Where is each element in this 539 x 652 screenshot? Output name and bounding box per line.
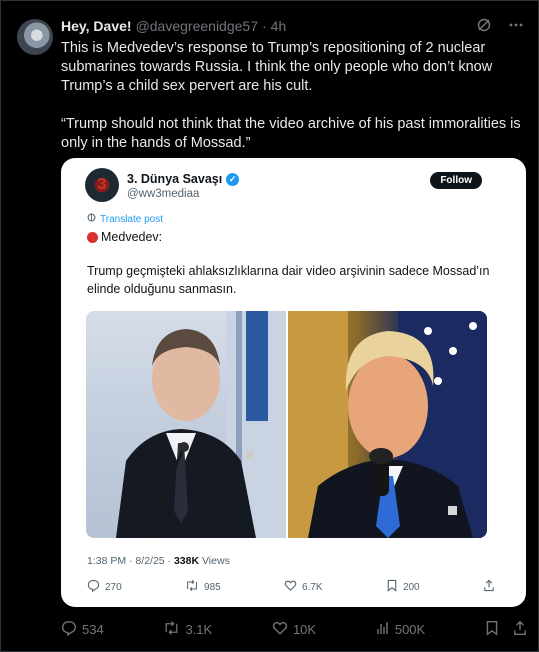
views-icon: [376, 620, 390, 639]
repost-count: 3.1K: [185, 622, 213, 637]
follow-button[interactable]: Follow: [430, 172, 482, 189]
quoted-action-bar: 270 985 6.7K 200: [87, 579, 495, 595]
separator: ·: [261, 18, 267, 34]
more-icon[interactable]: [508, 17, 524, 38]
post-text-paragraph: This is Medvedev’s response to Trump’s r…: [61, 40, 493, 94]
translate-link[interactable]: Translate post: [87, 213, 163, 225]
like-button[interactable]: 10K: [272, 620, 316, 639]
quoted-reply-count: 270: [105, 581, 122, 593]
views-button[interactable]: 500K: [376, 620, 425, 639]
quoted-display-name-row[interactable]: 3. Dünya Savaşı ✓: [127, 172, 240, 186]
quoted-share-button[interactable]: [483, 579, 495, 595]
views-count: 500K: [394, 622, 426, 637]
quoted-views-label: Views: [199, 555, 230, 567]
bookmark-icon: [386, 579, 398, 595]
quoted-repost-button[interactable]: 985: [185, 579, 221, 595]
quoted-like-button[interactable]: 6.7K: [284, 579, 323, 595]
reply-icon: [87, 579, 100, 595]
quoted-headline-text: Medvedev:: [101, 230, 163, 244]
quoted-timestamp[interactable]: 1:38 PM · 8/2/25 · 338K Views: [87, 555, 230, 567]
post-text-quote: “Trump should not think that the video a…: [61, 116, 521, 151]
reply-count: 534: [82, 622, 104, 637]
grok-icon[interactable]: [476, 17, 492, 38]
photo-trump[interactable]: [288, 311, 487, 538]
quoted-like-count: 6.7K: [302, 581, 323, 593]
quoted-avatar[interactable]: 3: [85, 168, 119, 202]
verified-icon: ✓: [226, 172, 240, 186]
post-text: This is Medvedev’s response to Trump’s r…: [61, 39, 529, 153]
like-icon: [284, 579, 297, 595]
photo-medvedev[interactable]: [86, 311, 286, 538]
quoted-views-count: 338K: [173, 555, 200, 567]
post-age[interactable]: 4h: [271, 18, 287, 34]
display-name[interactable]: Hey, Dave!: [61, 18, 132, 34]
translate-icon: [87, 213, 96, 225]
like-icon: [272, 620, 288, 639]
red-circle-icon: [87, 231, 98, 243]
user-handle[interactable]: @davegreenidge57: [136, 18, 258, 34]
share-icon: [483, 579, 495, 595]
like-count: 10K: [292, 622, 317, 637]
translate-label[interactable]: Translate post: [100, 214, 163, 225]
quoted-bookmark-count: 200: [402, 581, 420, 593]
share-icon[interactable]: [513, 620, 527, 639]
repost-button[interactable]: 3.1K: [163, 620, 212, 639]
quoted-headline: Medvedev:: [87, 230, 162, 244]
post-header: Hey, Dave! @davegreenidge57 · 4h: [61, 18, 286, 34]
quoted-body: Trump geçmişteki ahlaksızlıklarına dair …: [87, 264, 490, 296]
quoted-repost-count: 985: [204, 581, 221, 593]
repost-icon: [185, 579, 199, 595]
quoted-handle[interactable]: @ww3mediaa: [127, 188, 199, 200]
quoted-bookmark-button[interactable]: 200: [386, 579, 420, 595]
quoted-display-name[interactable]: 3. Dünya Savaşı: [127, 172, 222, 186]
avatar[interactable]: [17, 19, 53, 55]
quoted-time[interactable]: 1:38 PM · 8/2/25 ·: [87, 555, 174, 567]
post-right-actions: [485, 620, 527, 639]
post-action-bar: 534 3.1K 10K 500K: [61, 620, 527, 639]
reply-icon: [61, 620, 77, 639]
post-top-icons: [476, 17, 524, 38]
repost-icon: [163, 620, 180, 639]
quoted-reply-button[interactable]: 270: [87, 579, 122, 595]
bookmark-icon[interactable]: [485, 620, 499, 639]
post-container[interactable]: Hey, Dave! @davegreenidge57 · 4h This is…: [0, 0, 539, 652]
reply-button[interactable]: 534: [61, 620, 104, 639]
quoted-post-card[interactable]: 3 3. Dünya Savaşı ✓ @ww3mediaa Follow Tr…: [61, 158, 526, 607]
quoted-avatar-glyph: 3: [97, 176, 107, 193]
